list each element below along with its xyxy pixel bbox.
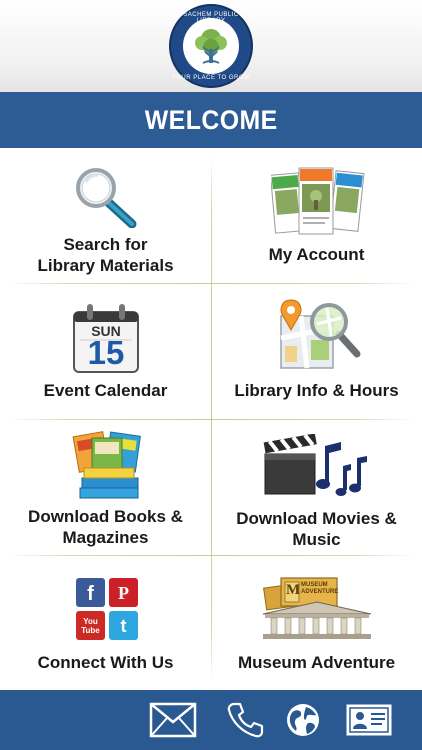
tree-icon — [183, 18, 239, 74]
tile-label: Download Books & Magazines — [28, 507, 183, 547]
clapper-music-icon — [263, 434, 367, 496]
facebook-icon: f — [76, 578, 105, 607]
youtube-icon: You Tube — [76, 611, 105, 640]
map-search-icon — [280, 299, 361, 369]
logo-tagline: YOUR PLACE TO GROW — [171, 75, 251, 81]
museum-adventure-button[interactable]: M MUSEUM ADVENTURE Museum Adventure — [211, 556, 422, 691]
calendar-date: 15 — [87, 334, 125, 371]
download-books-magazines-button[interactable]: Download Books & Magazines — [0, 420, 211, 555]
social-icons: f P You Tube t — [76, 578, 138, 640]
tile-label: Library Info & Hours — [234, 381, 399, 400]
phone-button[interactable] — [220, 700, 270, 740]
tile-label: My Account — [268, 245, 365, 264]
tile-label: Museum Adventure — [237, 653, 396, 672]
app-header: SACHEM PUBLIC LIBRARY YOUR PLACE TO GROW — [0, 0, 422, 92]
my-account-button[interactable]: My Account — [211, 148, 422, 283]
tile-label: Search for Library Materials — [37, 235, 174, 275]
library-logo: SACHEM PUBLIC LIBRARY YOUR PLACE TO GROW — [169, 4, 253, 88]
globe-icon — [287, 704, 319, 736]
tile-label: Connect With Us — [37, 653, 174, 672]
welcome-title: WELCOME — [144, 104, 278, 135]
menu-grid: Search for Library Materials My Account — [0, 148, 422, 690]
contact-card-button[interactable] — [344, 700, 394, 740]
pinterest-icon: P — [109, 578, 138, 607]
twitter-icon: t — [109, 611, 138, 640]
tile-label: Event Calendar — [43, 381, 168, 400]
search-library-materials-button[interactable]: Search for Library Materials — [0, 148, 211, 283]
phone-icon — [227, 702, 264, 738]
footer-toolbar — [0, 690, 422, 750]
tile-label: Download Movies & Music — [236, 509, 397, 549]
logo-name: SACHEM PUBLIC LIBRARY — [183, 12, 239, 24]
download-movies-music-button[interactable]: Download Movies & Music — [211, 420, 422, 555]
website-button[interactable] — [278, 700, 328, 740]
event-calendar-button[interactable]: SUN 15 Event Calendar — [0, 284, 211, 419]
library-cards-icon — [271, 167, 365, 235]
library-info-hours-button[interactable]: Library Info & Hours — [211, 284, 422, 419]
welcome-banner: WELCOME — [0, 92, 422, 148]
magnifier-icon — [76, 168, 137, 228]
contact-card-icon — [346, 704, 392, 736]
email-icon — [149, 702, 197, 738]
connect-with-us-button[interactable]: f P You Tube t Connect With Us — [0, 556, 211, 691]
email-button[interactable] — [148, 700, 198, 740]
museum-icon: M MUSEUM ADVENTURE — [259, 574, 375, 640]
ticket-logo: M — [286, 582, 301, 598]
books-magazines-icon — [72, 431, 141, 499]
calendar-icon: SUN 15 — [72, 302, 140, 374]
ticket-text: MUSEUM ADVENTURE — [301, 582, 339, 595]
